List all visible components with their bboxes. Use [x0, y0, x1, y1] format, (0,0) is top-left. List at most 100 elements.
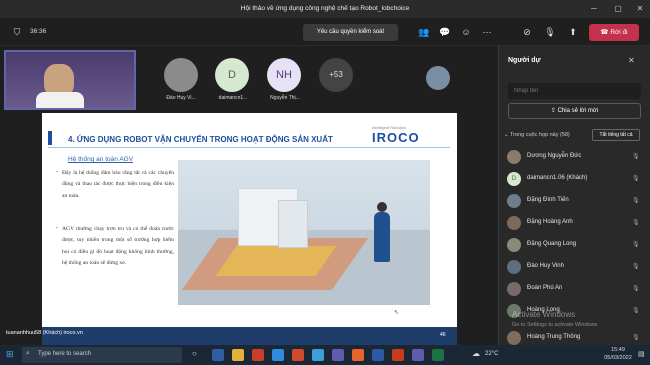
mic-off-icon: 🎙: [632, 242, 640, 248]
onenote-icon[interactable]: [332, 349, 344, 361]
agv-load: [278, 200, 308, 248]
section-label: Trong cuộc họp này (58): [510, 132, 570, 138]
powerpoint-icon[interactable]: [392, 349, 404, 361]
shared-slide: 4. ỨNG DỤNG ROBOT VẬN CHUYỂN TRONG HOẠT …: [42, 113, 457, 345]
excel-icon[interactable]: [432, 349, 444, 361]
participant-name[interactable]: Đào Huy Vinh: [527, 263, 564, 269]
mic-off-icon: 🎙: [632, 264, 640, 270]
presenter-url: iroco.vn: [63, 330, 83, 336]
shield-icon: ⛉: [13, 27, 21, 37]
avatar[interactable]: [426, 66, 450, 90]
leave-button[interactable]: ☎ Rời đi: [589, 24, 639, 41]
mic-off-icon[interactable]: 🎙: [543, 25, 557, 39]
mic-off-icon: 🎙: [632, 154, 640, 160]
search-label: Type here to search: [38, 351, 92, 357]
avatar[interactable]: NH: [267, 58, 301, 92]
worker-head: [377, 202, 387, 212]
notification-icon[interactable]: ▤: [638, 350, 645, 358]
close-icon[interactable]: ✕: [634, 3, 646, 15]
taskbar-search[interactable]: ⌕ Type here to search: [22, 347, 182, 363]
slide-title: 4. ỨNG DỤNG ROBOT VẬN CHUYỂN TRONG HOẠT …: [68, 135, 333, 144]
share-invite-button[interactable]: ⇪ Chia sẻ lời mời: [508, 103, 641, 119]
word-icon[interactable]: [372, 349, 384, 361]
participant-name[interactable]: Dương Nguyễn Đức: [527, 153, 581, 159]
bullet-marker: -: [56, 169, 58, 175]
camera-off-icon[interactable]: ⊘: [520, 25, 534, 39]
mute-all-button[interactable]: Tắt tiếng tất cả: [592, 129, 640, 141]
warning-zone: [215, 246, 337, 276]
panel-title: Người dự: [508, 57, 541, 64]
search-icon: ⌕: [26, 350, 30, 357]
section-header[interactable]: ⌄ Trong cuộc họp này (58): [504, 132, 570, 138]
chat-icon[interactable]: 💬: [438, 25, 452, 39]
slide-subtitle: Hệ thống an toàn AGV: [68, 156, 134, 163]
title-accent: [48, 131, 52, 145]
leave-label: Rời đi: [610, 29, 628, 36]
mic-off-icon: 🎙: [632, 220, 640, 226]
close-panel-icon[interactable]: ✕: [628, 56, 635, 65]
participant-label: Nguyễn Thị...: [270, 95, 300, 101]
avatar: [507, 260, 521, 274]
search-input[interactable]: [514, 85, 614, 97]
clock-time[interactable]: 15:49: [604, 347, 632, 353]
zalo-icon[interactable]: [272, 349, 284, 361]
avatar: D: [507, 172, 521, 186]
share-icon: ⇪: [550, 108, 558, 114]
title-divider: [48, 147, 450, 148]
participant-label: daimancn1...: [218, 95, 248, 101]
file-explorer-icon[interactable]: [232, 349, 244, 361]
phone-icon: ☎: [600, 29, 611, 36]
app-icon[interactable]: [352, 349, 364, 361]
slide-page-number: 46: [440, 332, 446, 338]
participant-name[interactable]: daimancn1.06 (Khách): [527, 175, 587, 181]
participant-name[interactable]: Đặng Quang Long: [527, 241, 576, 247]
mic-off-icon: 🎙: [632, 308, 640, 314]
mic-off-icon: 🎙: [632, 335, 640, 341]
participant-name[interactable]: Hoàng Trung Thông: [527, 334, 580, 340]
participant-name[interactable]: Đặng Đình Tiến: [527, 197, 569, 203]
edge-icon[interactable]: [212, 349, 224, 361]
avatar[interactable]: [164, 58, 198, 92]
chrome-icon[interactable]: [252, 349, 264, 361]
teams-icon[interactable]: [412, 349, 424, 361]
maximize-icon[interactable]: ▢: [612, 3, 624, 15]
more-options-icon[interactable]: ⋯: [480, 25, 494, 39]
avatar: [507, 216, 521, 230]
share-invite-label: Chia sẻ lời mời: [557, 108, 599, 114]
avatar[interactable]: D: [215, 58, 249, 92]
task-view-icon[interactable]: ○: [192, 349, 197, 358]
request-control-button[interactable]: Yêu cầu quyền kiểm soát: [303, 24, 398, 41]
avatar: [507, 194, 521, 208]
search-field[interactable]: [508, 83, 641, 99]
slide-footer: [42, 327, 457, 345]
participant-name[interactable]: Đoàn Phú An: [527, 285, 562, 291]
minimize-icon[interactable]: ─: [588, 3, 600, 15]
clock-date[interactable]: 05/03/2022: [600, 355, 636, 361]
reactions-icon[interactable]: ☺: [459, 25, 473, 39]
share-screen-icon[interactable]: ⬆: [566, 25, 580, 39]
mic-off-icon: 🎙: [632, 198, 640, 204]
mic-off-icon: 🎙: [632, 286, 640, 292]
window-title: Hội thảo về ứng dụng công nghệ chế tạo R…: [240, 5, 410, 12]
weather-temp[interactable]: 22°C: [485, 351, 498, 357]
participant-label: Đào Huy Vi...: [166, 95, 196, 101]
avatar: [507, 282, 521, 296]
app-icon[interactable]: [312, 349, 324, 361]
slide-bullet-2: AGV thường chạy trơn tru và có thể đoán …: [62, 226, 174, 266]
foxit-icon[interactable]: [292, 349, 304, 361]
presenter-shirt: [36, 92, 84, 108]
presenter-name: tuananhhuu58 (Khách): [6, 330, 62, 336]
brand-logo: IROCO: [372, 130, 420, 145]
cursor-icon: ↖: [394, 310, 400, 316]
weather-icon[interactable]: ☁: [472, 349, 480, 358]
participants-icon[interactable]: 👥: [417, 25, 431, 39]
participant-name[interactable]: Đặng Hoàng Anh: [527, 219, 573, 225]
activate-windows-hint: Go to Settings to activate Windows.: [512, 322, 599, 328]
avatar: [507, 238, 521, 252]
avatar: [507, 331, 521, 345]
meeting-timer: 36:36: [30, 28, 47, 35]
more-participants-badge[interactable]: +53: [319, 58, 353, 92]
mic-off-icon: 🎙: [632, 176, 640, 182]
windows-start-icon[interactable]: ⊞: [6, 349, 14, 360]
presenter-video[interactable]: [4, 50, 136, 110]
